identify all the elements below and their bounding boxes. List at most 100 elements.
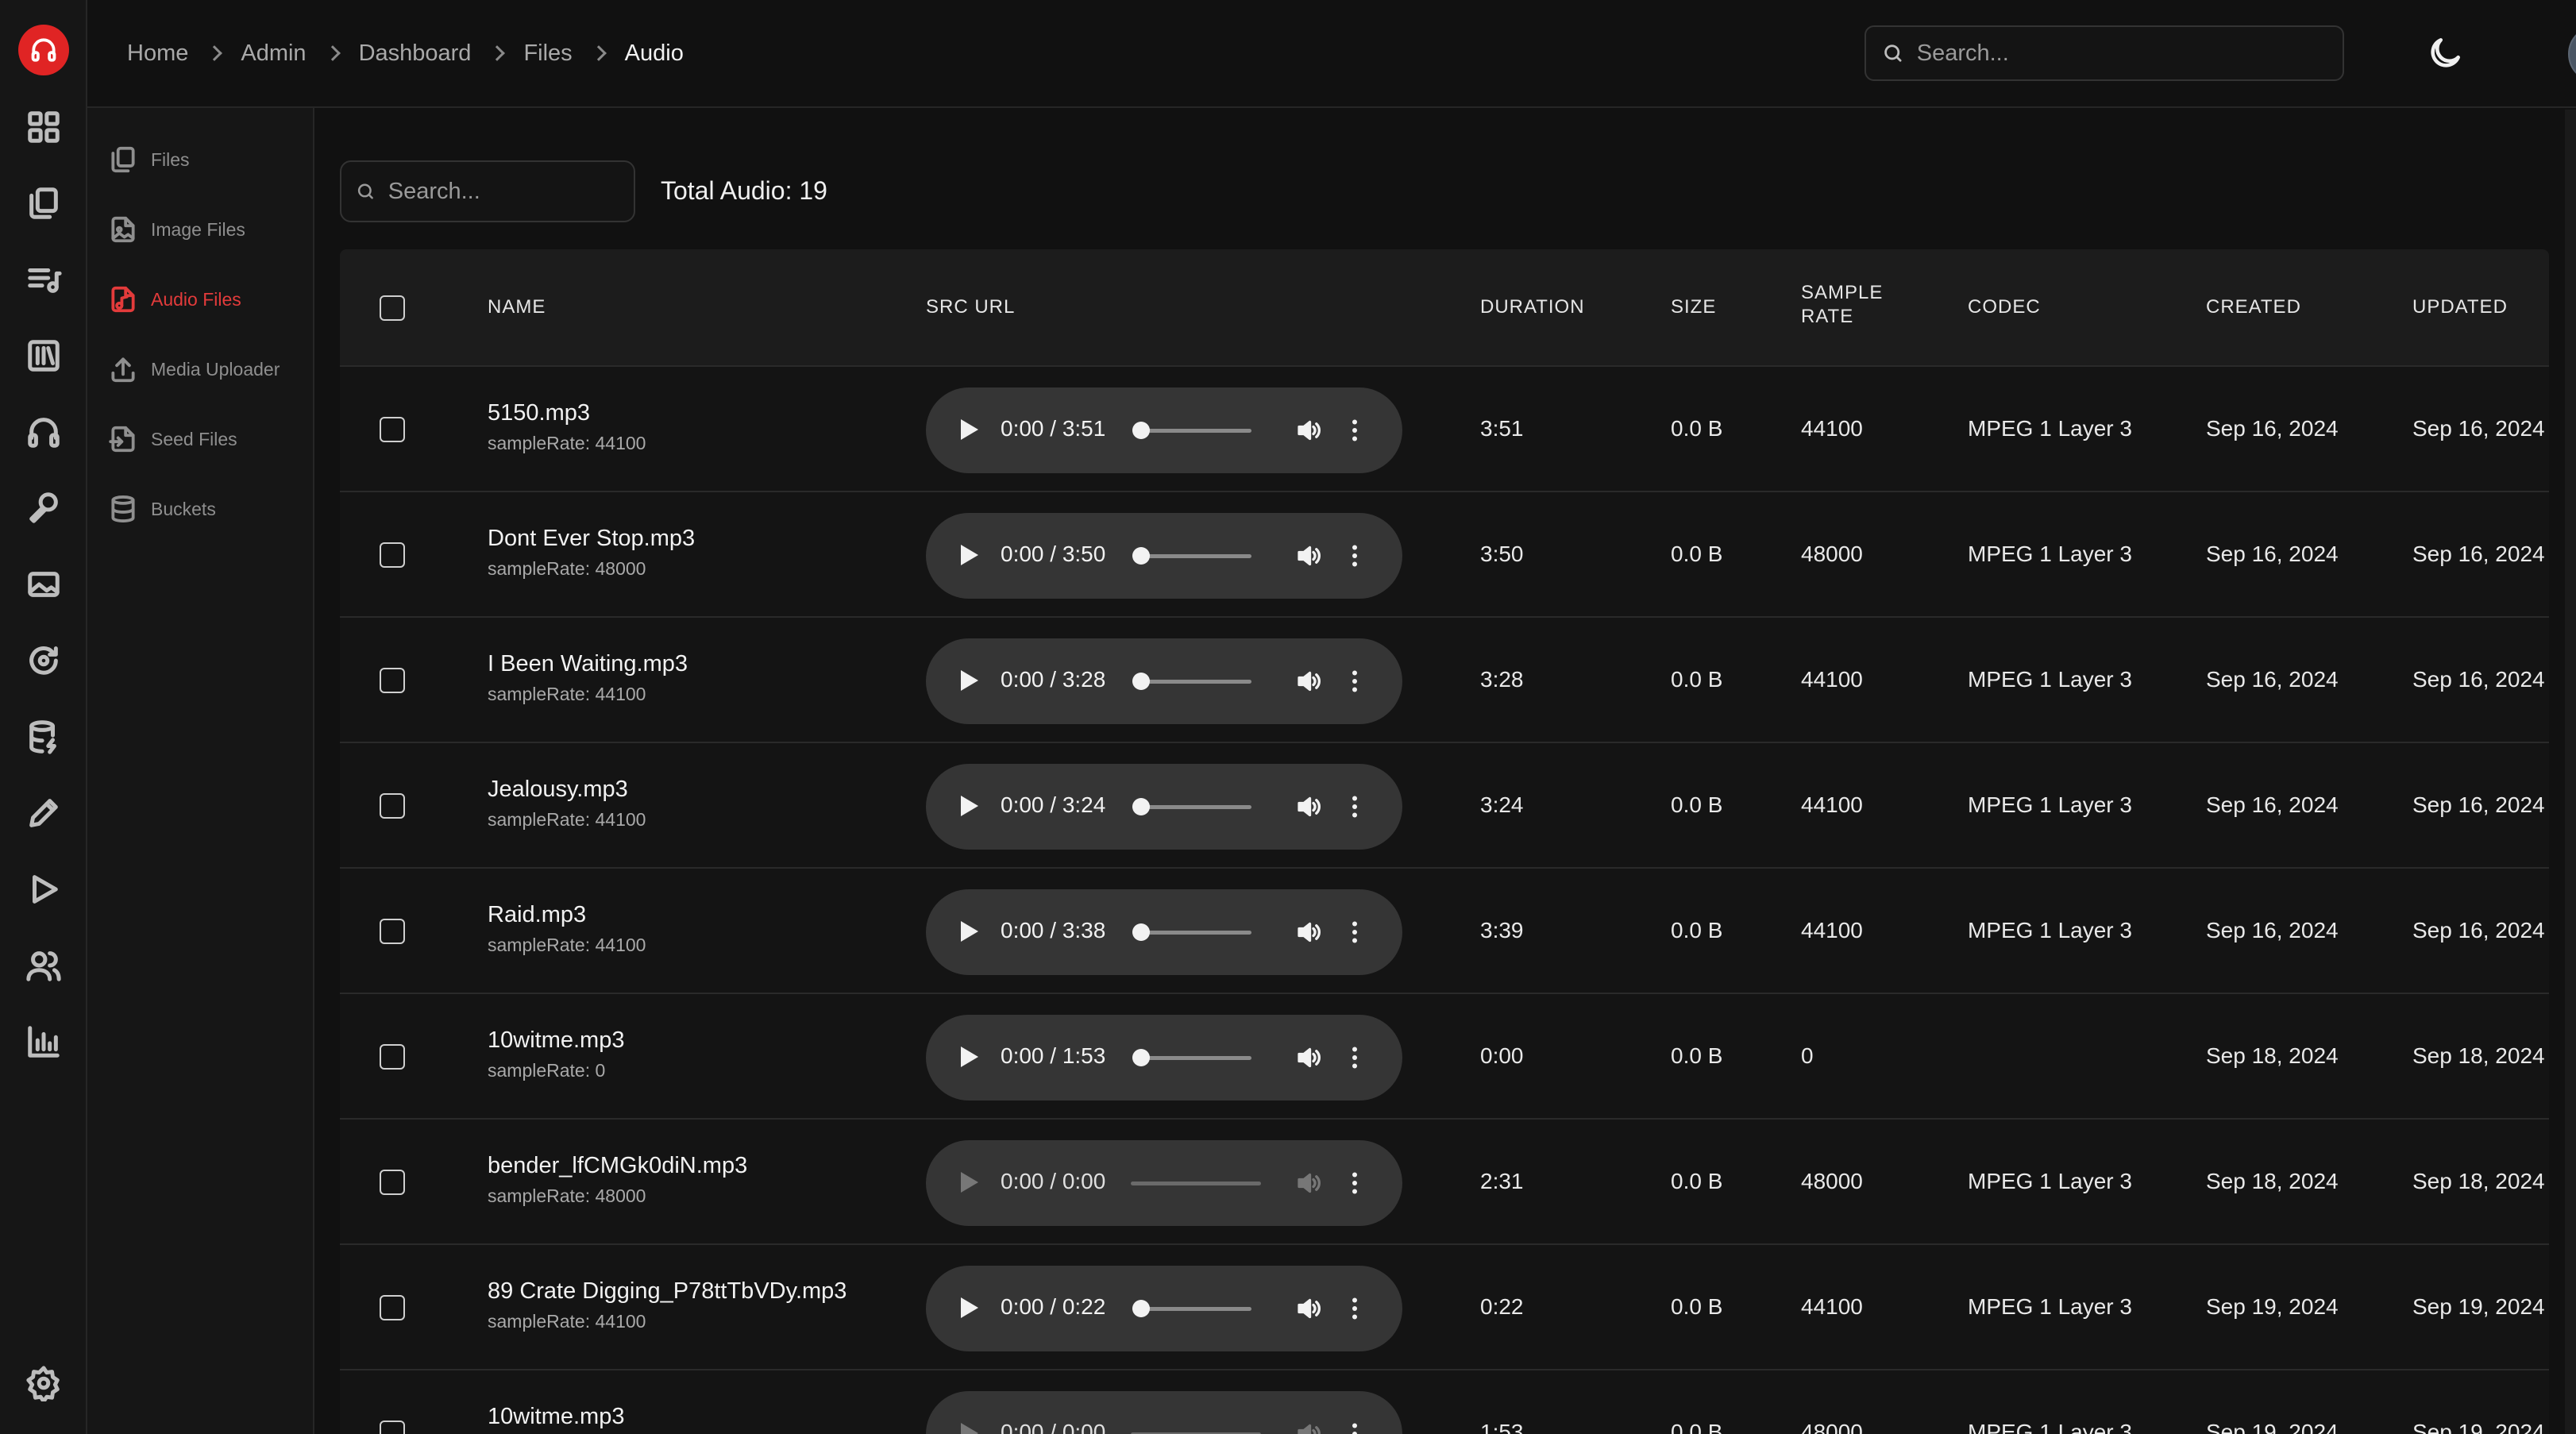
play-icon[interactable] xyxy=(961,1297,978,1318)
breadcrumb-home[interactable]: Home xyxy=(127,40,188,67)
copy-icon[interactable] xyxy=(25,184,63,222)
play-icon[interactable] xyxy=(961,1423,978,1434)
row-checkbox[interactable] xyxy=(380,1044,405,1070)
more-vertical-icon[interactable] xyxy=(1340,918,1369,946)
audio-player[interactable]: 0:00 / 3:24 xyxy=(926,764,1402,850)
subnav-item-media-uploader[interactable]: Media Uploader xyxy=(108,349,280,389)
database-icon[interactable] xyxy=(25,718,63,756)
table-row[interactable]: bender_lfCMGk0diN.mp3 sampleRate: 48000 … xyxy=(340,1120,2549,1245)
more-vertical-icon[interactable] xyxy=(1340,1294,1369,1323)
header-codec[interactable]: CODEC xyxy=(1968,295,2041,319)
header-name[interactable]: NAME xyxy=(488,295,546,319)
progress-knob[interactable] xyxy=(1132,547,1150,565)
progress-knob[interactable] xyxy=(1132,1300,1150,1317)
moon-icon[interactable] xyxy=(2425,33,2465,73)
play-icon[interactable] xyxy=(25,870,63,908)
row-checkbox[interactable] xyxy=(380,1421,405,1434)
table-row[interactable]: I Been Waiting.mp3 sampleRate: 44100 0:0… xyxy=(340,618,2549,743)
global-search[interactable] xyxy=(1865,25,2344,81)
chart-icon[interactable] xyxy=(25,1023,63,1061)
playlist-icon[interactable] xyxy=(25,260,63,299)
library-icon[interactable] xyxy=(25,337,63,375)
avatar[interactable]: J xyxy=(2568,25,2576,83)
headphones-logo-icon[interactable] xyxy=(18,25,69,75)
header-duration[interactable]: DURATION xyxy=(1480,295,1585,319)
scrollbar[interactable] xyxy=(2565,110,2576,1434)
row-checkbox[interactable] xyxy=(380,793,405,819)
table-row[interactable]: Dont Ever Stop.mp3 sampleRate: 48000 0:0… xyxy=(340,492,2549,618)
volume-icon[interactable] xyxy=(1294,1169,1323,1197)
audio-search-input[interactable] xyxy=(388,178,634,205)
progress-knob[interactable] xyxy=(1132,798,1150,815)
progress-track[interactable] xyxy=(1132,1307,1251,1311)
table-row[interactable]: Raid.mp3 sampleRate: 44100 0:00 / 3:38 3… xyxy=(340,869,2549,994)
progress-knob[interactable] xyxy=(1132,1049,1150,1066)
more-vertical-icon[interactable] xyxy=(1340,1420,1369,1434)
progress-track[interactable] xyxy=(1132,680,1251,684)
headphones-icon[interactable] xyxy=(25,413,63,451)
image-icon[interactable] xyxy=(25,565,63,603)
audio-player[interactable]: 0:00 / 1:53 xyxy=(926,1015,1402,1101)
settings-icon[interactable] xyxy=(25,1364,63,1402)
volume-icon[interactable] xyxy=(1294,542,1323,570)
audio-player[interactable]: 0:00 / 0:00 xyxy=(926,1140,1402,1226)
volume-icon[interactable] xyxy=(1294,667,1323,696)
refresh-icon[interactable] xyxy=(25,642,63,680)
progress-knob[interactable] xyxy=(1132,422,1150,439)
table-row[interactable]: 10witme.mp3 0:00 / 0:00 1:53 0.0 B 48000… xyxy=(340,1370,2549,1434)
play-icon[interactable] xyxy=(961,545,978,565)
progress-knob[interactable] xyxy=(1132,673,1150,690)
volume-icon[interactable] xyxy=(1294,416,1323,445)
select-all-checkbox[interactable] xyxy=(380,295,405,321)
header-size[interactable]: SIZE xyxy=(1671,295,1716,319)
audio-player[interactable]: 0:00 / 3:38 xyxy=(926,889,1402,975)
global-search-input[interactable] xyxy=(1916,40,2343,67)
row-checkbox[interactable] xyxy=(380,542,405,568)
audio-search[interactable] xyxy=(340,160,635,222)
audio-player[interactable]: 0:00 / 3:50 xyxy=(926,513,1402,599)
play-icon[interactable] xyxy=(961,796,978,816)
header-src-url[interactable]: SRC URL xyxy=(926,295,1015,319)
progress-knob[interactable] xyxy=(1132,923,1150,941)
more-vertical-icon[interactable] xyxy=(1340,542,1369,570)
audio-player[interactable]: 0:00 / 3:51 xyxy=(926,387,1402,473)
subnav-item-audio-files[interactable]: Audio Files xyxy=(108,279,241,319)
progress-track[interactable] xyxy=(1132,931,1251,935)
play-icon[interactable] xyxy=(961,670,978,691)
more-vertical-icon[interactable] xyxy=(1340,1169,1369,1197)
header-sample-rate[interactable]: SAMPLE RATE xyxy=(1801,281,1883,329)
header-created[interactable]: CREATED xyxy=(2206,295,2301,319)
row-checkbox[interactable] xyxy=(380,919,405,944)
audio-player[interactable]: 0:00 / 0:00 xyxy=(926,1391,1402,1434)
row-checkbox[interactable] xyxy=(380,1170,405,1195)
row-checkbox[interactable] xyxy=(380,1295,405,1320)
breadcrumb-dashboard[interactable]: Dashboard xyxy=(359,40,472,67)
audio-player[interactable]: 0:00 / 0:22 xyxy=(926,1266,1402,1351)
play-icon[interactable] xyxy=(961,1172,978,1193)
play-icon[interactable] xyxy=(961,419,978,440)
volume-icon[interactable] xyxy=(1294,1420,1323,1434)
more-vertical-icon[interactable] xyxy=(1340,1043,1369,1072)
pen-icon[interactable] xyxy=(25,794,63,832)
volume-icon[interactable] xyxy=(1294,1043,1323,1072)
row-checkbox[interactable] xyxy=(380,417,405,442)
table-row[interactable]: 10witme.mp3 sampleRate: 0 0:00 / 1:53 0:… xyxy=(340,994,2549,1120)
progress-track[interactable] xyxy=(1132,554,1251,558)
breadcrumb-admin[interactable]: Admin xyxy=(241,40,306,67)
subnav-item-seed-files[interactable]: Seed Files xyxy=(108,419,237,459)
microphone-icon[interactable] xyxy=(25,489,63,527)
header-updated[interactable]: UPDATED xyxy=(2412,295,2508,319)
audio-player[interactable]: 0:00 / 3:28 xyxy=(926,638,1402,724)
subnav-item-image-files[interactable]: Image Files xyxy=(108,210,245,249)
more-vertical-icon[interactable] xyxy=(1340,667,1369,696)
progress-track[interactable] xyxy=(1132,1056,1251,1060)
progress-track[interactable] xyxy=(1132,805,1251,809)
grid-icon[interactable] xyxy=(25,108,63,146)
table-row[interactable]: 89 Crate Digging_P78ttTbVDy.mp3 sampleRa… xyxy=(340,1245,2549,1370)
progress-track[interactable] xyxy=(1131,1182,1261,1185)
more-vertical-icon[interactable] xyxy=(1340,416,1369,445)
volume-icon[interactable] xyxy=(1294,918,1323,946)
subnav-item-files[interactable]: Files xyxy=(108,140,190,179)
table-row[interactable]: Jealousy.mp3 sampleRate: 44100 0:00 / 3:… xyxy=(340,743,2549,869)
table-row[interactable]: 5150.mp3 sampleRate: 44100 0:00 / 3:51 3… xyxy=(340,367,2549,492)
